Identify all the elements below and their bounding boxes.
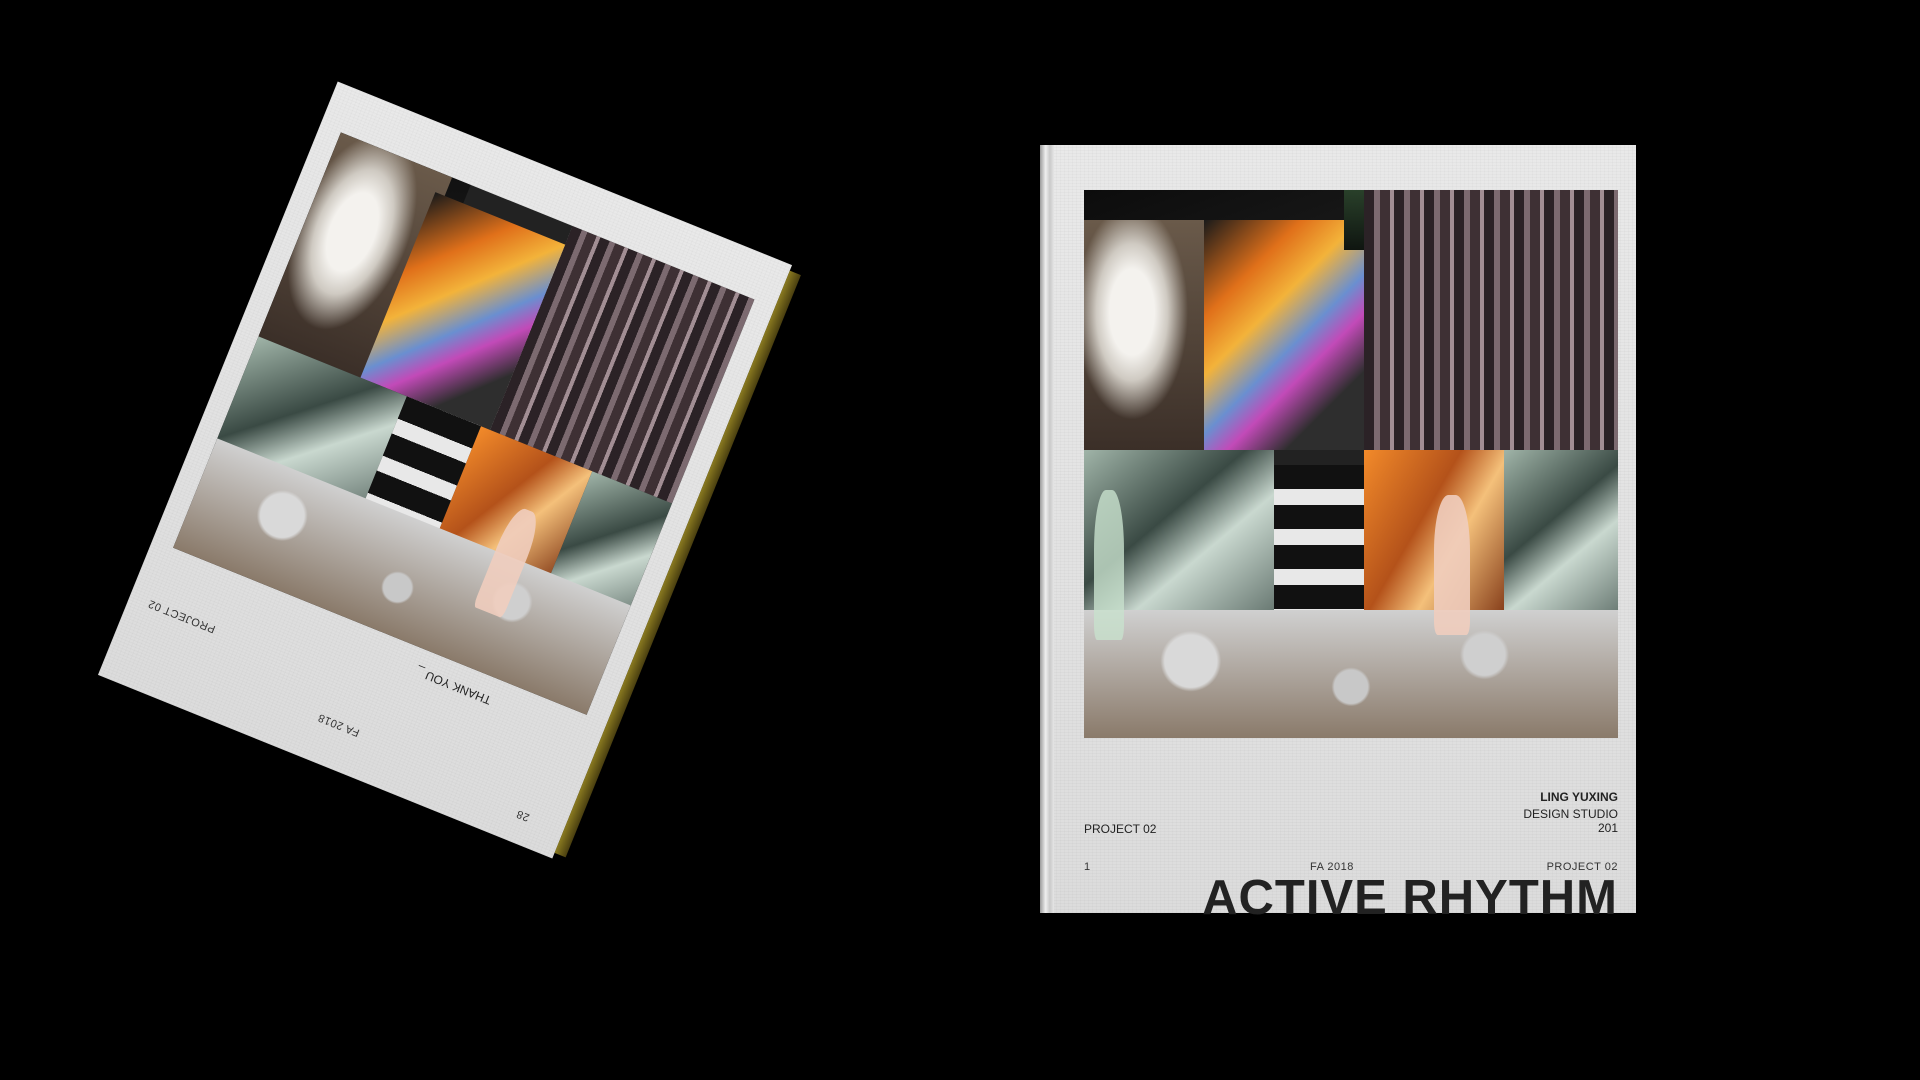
front-spine xyxy=(1040,145,1054,913)
back-book: THANK YOU _ PROJECT 02 FA 2018 28 xyxy=(97,81,801,859)
front-collage xyxy=(1084,190,1618,738)
pleated-image xyxy=(1364,190,1618,450)
author-name: LING YUXING xyxy=(1540,790,1618,804)
cover-title: ACTIVE RHYTHM xyxy=(1202,871,1618,925)
mockup-canvas: { "front_cover": { "title": "ACTIVE RHYT… xyxy=(0,0,1920,1080)
front-book: ACTIVE RHYTHM LING YUXING DESIGN STUDIO … xyxy=(1040,145,1636,925)
footer-project: PROJECT 02 xyxy=(1546,861,1618,873)
floor-image xyxy=(1084,610,1618,738)
project-label: PROJECT 02 xyxy=(1084,822,1157,836)
figure-silhouette xyxy=(1434,495,1470,635)
statue-image xyxy=(1084,220,1204,450)
course-line-1: DESIGN STUDIO xyxy=(1523,807,1618,821)
iridescent-image xyxy=(1204,220,1364,450)
footer-term: FA 2018 xyxy=(1310,861,1354,873)
stripes-image xyxy=(1274,465,1364,630)
course-line-2: 201 xyxy=(1597,821,1618,835)
footer-page-number: 1 xyxy=(1084,861,1091,873)
